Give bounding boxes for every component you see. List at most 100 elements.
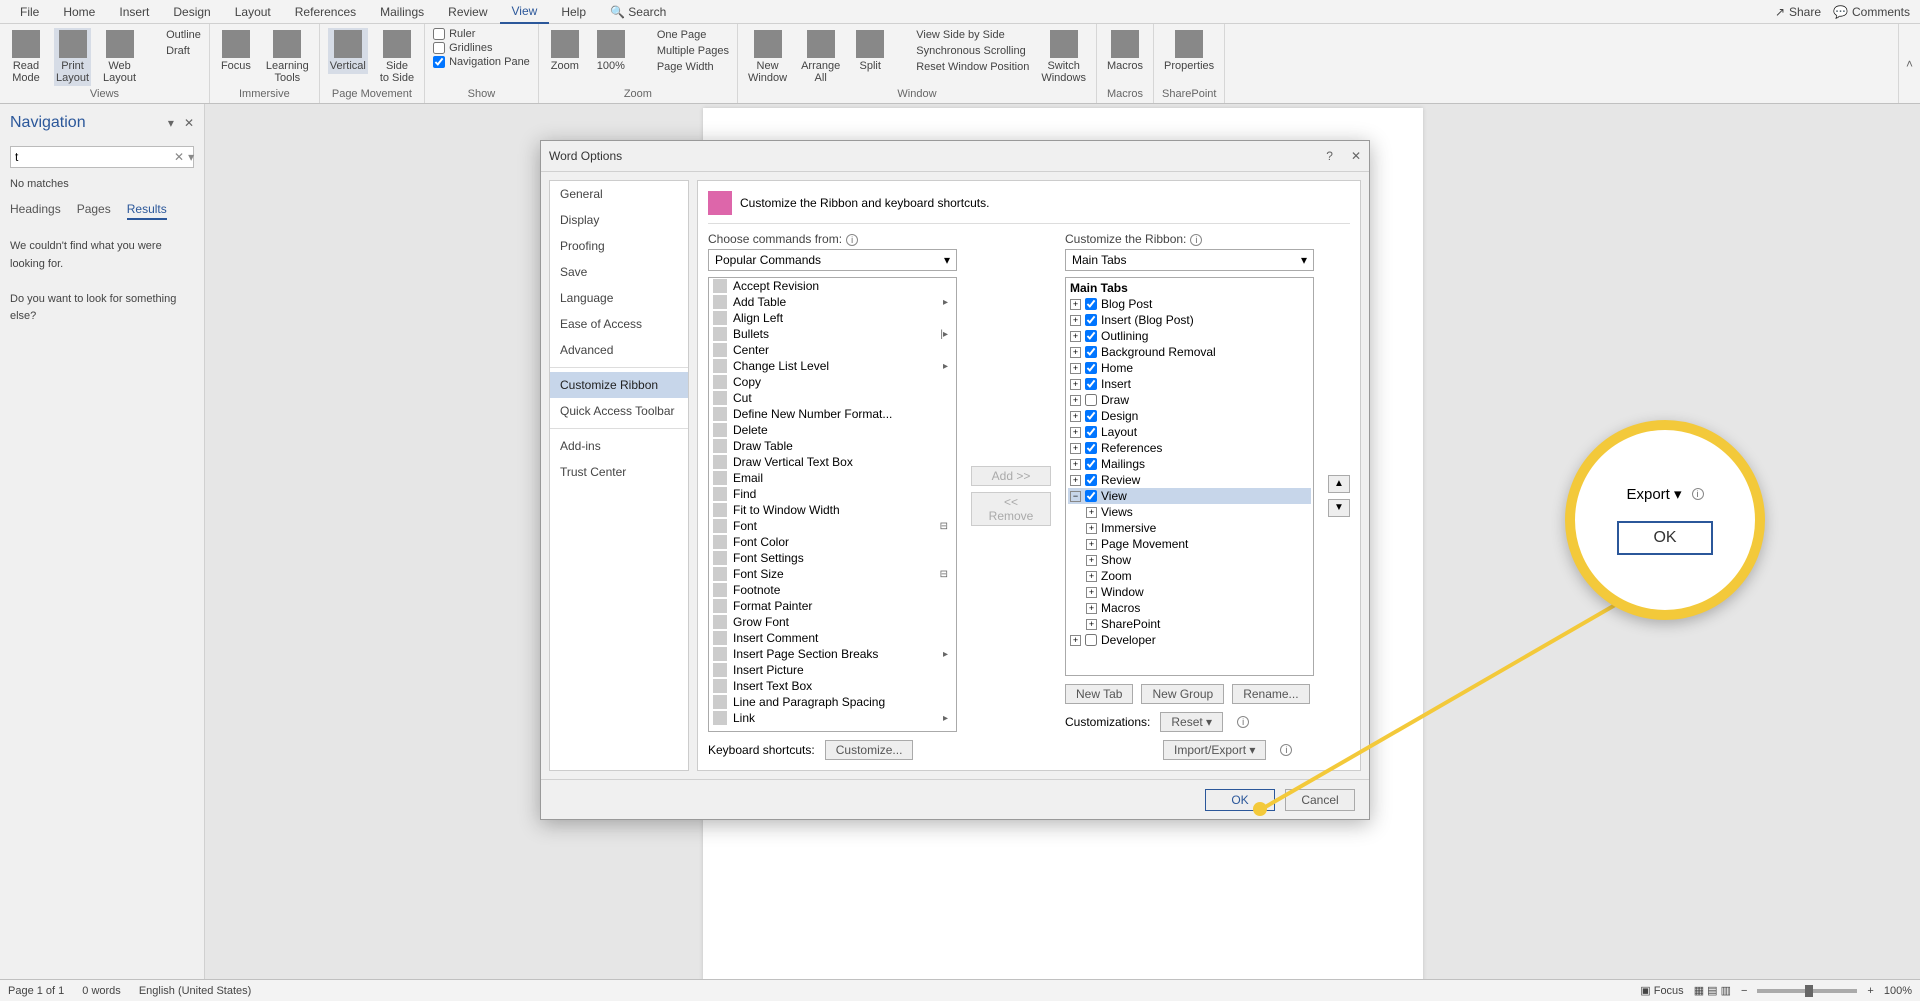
command-item[interactable]: Font Settings xyxy=(709,550,956,566)
nav-tab-headings[interactable]: Headings xyxy=(10,202,61,220)
switch-windows-button[interactable]: Switch Windows xyxy=(1039,28,1088,86)
tree-item[interactable]: +Review xyxy=(1068,472,1311,488)
reset-button[interactable]: Reset ▾ xyxy=(1160,712,1223,732)
customize-ribbon-dropdown[interactable]: Main Tabs▾ xyxy=(1065,249,1314,271)
command-item[interactable]: Copy xyxy=(709,374,956,390)
sidebar-item[interactable]: Customize Ribbon xyxy=(550,372,688,398)
command-item[interactable]: Insert Page Section Breaks▸ xyxy=(709,646,956,662)
properties-button[interactable]: Properties xyxy=(1162,28,1216,74)
tab-file[interactable]: File xyxy=(8,1,51,23)
move-up-button[interactable]: ▲ xyxy=(1328,475,1350,493)
choose-commands-dropdown[interactable]: Popular Commands▾ xyxy=(708,249,957,271)
macros-button[interactable]: Macros xyxy=(1105,28,1145,74)
tree-subitem[interactable]: +Zoom xyxy=(1068,568,1311,584)
navpane-checkbox[interactable]: Navigation Pane xyxy=(433,56,530,68)
arrange-all-button[interactable]: Arrange All xyxy=(799,28,842,86)
command-item[interactable]: Align Left xyxy=(709,310,956,326)
info-icon[interactable]: i xyxy=(1280,744,1292,756)
tab-design[interactable]: Design xyxy=(161,1,222,23)
search-dropdown-icon[interactable]: ▾ xyxy=(188,150,194,164)
command-item[interactable]: Define New Number Format... xyxy=(709,406,956,422)
customize-kb-button[interactable]: Customize... xyxy=(825,740,914,760)
command-item[interactable]: Grow Font xyxy=(709,614,956,630)
command-item[interactable]: Insert Comment xyxy=(709,630,956,646)
tab-help[interactable]: Help xyxy=(549,1,598,23)
one-page-button[interactable]: One Page xyxy=(639,28,729,42)
command-item[interactable]: Cut xyxy=(709,390,956,406)
tree-item[interactable]: +References xyxy=(1068,440,1311,456)
sidebar-item[interactable]: Proofing xyxy=(550,233,688,259)
sidebar-item[interactable]: Quick Access Toolbar xyxy=(550,398,688,424)
gridlines-checkbox[interactable]: Gridlines xyxy=(433,42,530,54)
sidebar-item[interactable]: General xyxy=(550,181,688,207)
command-item[interactable]: Fit to Window Width xyxy=(709,502,956,518)
outline-button[interactable]: Outline xyxy=(148,28,201,42)
nav-tab-results[interactable]: Results xyxy=(127,202,167,220)
zoom-value[interactable]: 100% xyxy=(1884,985,1912,997)
zoom-slider[interactable] xyxy=(1757,989,1857,993)
zoom-button[interactable]: Zoom xyxy=(547,28,583,74)
nav-search-input[interactable] xyxy=(15,150,170,164)
tab-mailings[interactable]: Mailings xyxy=(368,1,436,23)
vertical-button[interactable]: Vertical xyxy=(328,28,368,74)
sidebar-item[interactable]: Ease of Access xyxy=(550,311,688,337)
command-item[interactable]: Email xyxy=(709,470,956,486)
import-export-button[interactable]: Import/Export ▾ xyxy=(1163,740,1266,760)
command-item[interactable]: Font⊟ xyxy=(709,518,956,534)
new-tab-button[interactable]: New Tab xyxy=(1065,684,1133,704)
commands-listbox[interactable]: Accept RevisionAdd Table▸Align LeftBulle… xyxy=(708,277,957,732)
tree-item[interactable]: +Blog Post xyxy=(1068,296,1311,312)
command-item[interactable]: Draw Vertical Text Box xyxy=(709,454,956,470)
info-icon[interactable]: i xyxy=(846,234,858,246)
side-to-side-button[interactable]: Side to Side xyxy=(378,28,416,86)
tree-item[interactable]: +Draw xyxy=(1068,392,1311,408)
tree-subitem[interactable]: +SharePoint xyxy=(1068,616,1311,632)
nav-dropdown-icon[interactable]: ▾ xyxy=(168,116,174,130)
web-layout-button[interactable]: Web Layout xyxy=(101,28,138,86)
status-page[interactable]: Page 1 of 1 xyxy=(8,985,64,997)
learning-tools-button[interactable]: Learning Tools xyxy=(264,28,311,86)
command-item[interactable]: Delete xyxy=(709,422,956,438)
collapse-ribbon-button[interactable]: ˄ xyxy=(1898,24,1920,103)
focus-button[interactable]: Focus xyxy=(218,28,254,74)
sidebar-item[interactable]: Trust Center xyxy=(550,459,688,485)
view-mode-icons[interactable]: ▦ ▤ ▥ xyxy=(1694,984,1731,997)
command-item[interactable]: Line and Paragraph Spacing xyxy=(709,694,956,710)
page-width-button[interactable]: Page Width xyxy=(639,60,729,74)
command-item[interactable]: Font Size⊟ xyxy=(709,566,956,582)
tree-item[interactable]: −View xyxy=(1068,488,1311,504)
ribbon-tree[interactable]: Main Tabs+Blog Post+Insert (Blog Post)+O… xyxy=(1065,277,1314,676)
command-item[interactable]: Link▸ xyxy=(709,710,956,726)
print-layout-button[interactable]: Print Layout xyxy=(54,28,91,86)
draft-button[interactable]: Draft xyxy=(148,44,201,58)
tree-subitem[interactable]: +Immersive xyxy=(1068,520,1311,536)
sidebar-item[interactable]: Display xyxy=(550,207,688,233)
tree-item[interactable]: +Insert (Blog Post) xyxy=(1068,312,1311,328)
tab-view[interactable]: View xyxy=(500,0,550,24)
command-item[interactable]: Draw Table xyxy=(709,438,956,454)
sidebar-item[interactable]: Language xyxy=(550,285,688,311)
sidebar-item[interactable]: Save xyxy=(550,259,688,285)
nav-search-box[interactable]: ✕ ▾ xyxy=(10,146,194,168)
command-item[interactable]: Font Color xyxy=(709,534,956,550)
tree-item[interactable]: +Developer xyxy=(1068,632,1311,648)
command-item[interactable]: Center xyxy=(709,342,956,358)
tree-item[interactable]: +Insert xyxy=(1068,376,1311,392)
tree-item[interactable]: +Outlining xyxy=(1068,328,1311,344)
tab-home[interactable]: Home xyxy=(51,1,107,23)
info-icon[interactable]: i xyxy=(1190,234,1202,246)
command-item[interactable]: Accept Revision xyxy=(709,278,956,294)
zoom-100-button[interactable]: 100% xyxy=(593,28,629,74)
dialog-close-icon[interactable]: ✕ xyxy=(1351,149,1361,163)
command-item[interactable]: Format Painter xyxy=(709,598,956,614)
info-icon[interactable]: i xyxy=(1237,716,1249,728)
read-mode-button[interactable]: Read Mode xyxy=(8,28,44,86)
command-item[interactable]: Bullets|▸ xyxy=(709,326,956,342)
tree-item[interactable]: +Layout xyxy=(1068,424,1311,440)
sidebar-item[interactable]: Add-ins xyxy=(550,433,688,459)
command-item[interactable]: Footnote xyxy=(709,582,956,598)
tree-item[interactable]: +Mailings xyxy=(1068,456,1311,472)
tree-subitem[interactable]: +Show xyxy=(1068,552,1311,568)
tree-item[interactable]: +Home xyxy=(1068,360,1311,376)
tab-review[interactable]: Review xyxy=(436,1,499,23)
